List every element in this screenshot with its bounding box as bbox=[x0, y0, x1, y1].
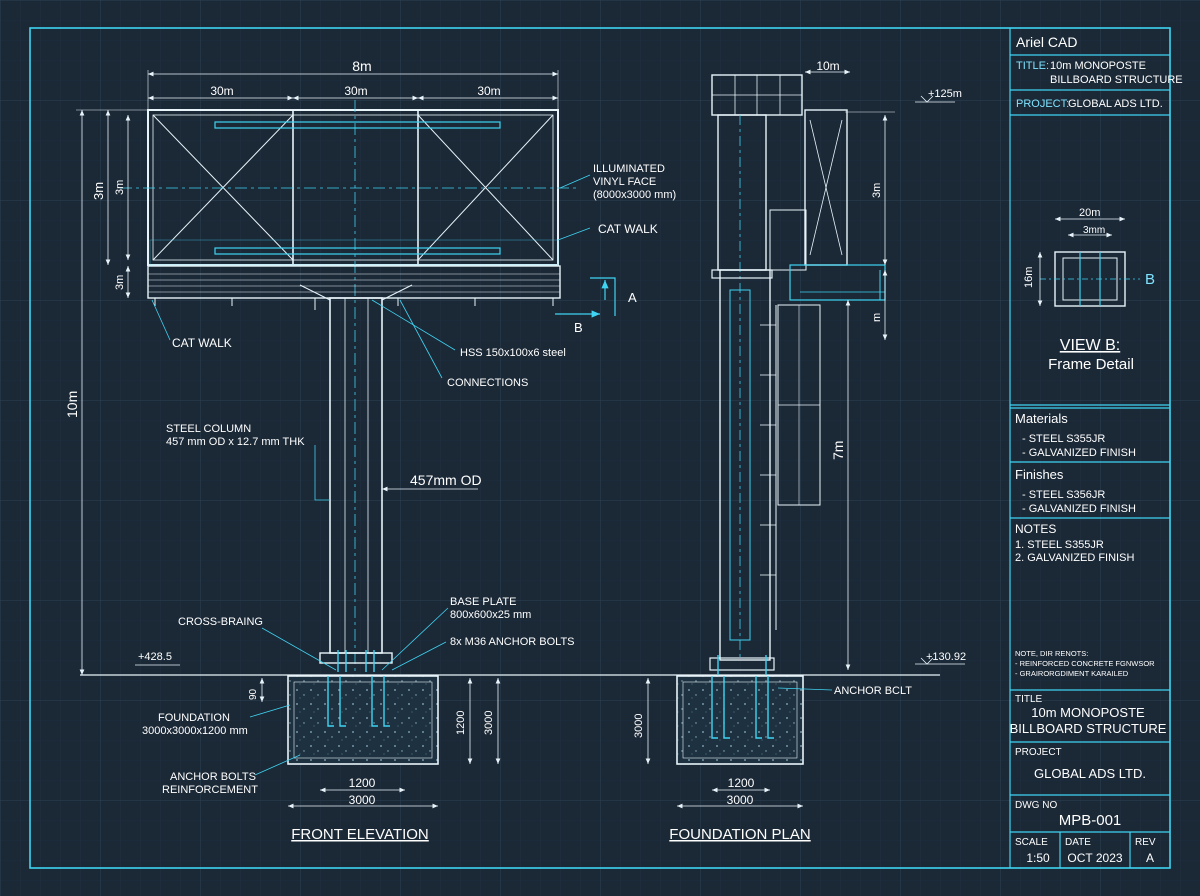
materials-item: - STEEL S355JR bbox=[1022, 433, 1105, 445]
dwg-no: MPB-001 bbox=[1059, 812, 1122, 829]
materials-header: Materials bbox=[1015, 411, 1068, 426]
label-anchor-2: REINFORCEMENT bbox=[162, 784, 258, 796]
dim-walk: 3m bbox=[114, 275, 126, 290]
label-foundation-1: FOUNDATION bbox=[158, 712, 230, 724]
notes-header: NOTES bbox=[1015, 522, 1056, 536]
view-b-marker: B bbox=[1145, 271, 1155, 288]
label-hss: HSS 150x100x6 steel bbox=[460, 347, 566, 359]
project-value: GLOBAL ADS LTD. bbox=[1068, 98, 1163, 110]
side-dim-m: m bbox=[871, 313, 883, 322]
side-dim-3000-h: 3000 bbox=[727, 793, 754, 807]
date-header: DATE bbox=[1065, 837, 1091, 848]
label-catwalk-right: CAT WALK bbox=[598, 222, 658, 236]
side-dim-top: 10m bbox=[816, 59, 839, 73]
dim-3000-h: 3000 bbox=[349, 793, 376, 807]
dim-3000-v: 3000 bbox=[483, 711, 495, 735]
label-od: 457mm OD bbox=[410, 472, 482, 488]
dim-90: 90 bbox=[248, 688, 259, 700]
label-bolts: 8x M36 ANCHOR BOLTS bbox=[450, 636, 575, 648]
dim-panel: 30m bbox=[477, 84, 500, 98]
date-value: OCT 2023 bbox=[1067, 851, 1122, 865]
finishes-header: Finishes bbox=[1015, 467, 1064, 482]
view-b-width: 20m bbox=[1079, 207, 1100, 219]
section-marker-a: A bbox=[628, 290, 637, 305]
side-dim-7m: 7m bbox=[830, 441, 846, 460]
front-elevation-title: FRONT ELEVATION bbox=[291, 826, 429, 843]
side-dim-1200-h: 1200 bbox=[728, 776, 755, 790]
app-name: Ariel CAD bbox=[1016, 34, 1077, 50]
label-column-1: STEEL COLUMN bbox=[166, 423, 251, 435]
label-face-1: ILLUMINATED bbox=[593, 163, 665, 175]
foundation-plan-title: FOUNDATION PLAN bbox=[669, 826, 810, 843]
label-base-1: BASE PLATE bbox=[450, 596, 516, 608]
dwg-no-header: DWG NO bbox=[1015, 800, 1057, 811]
scale-header: SCALE bbox=[1015, 837, 1048, 848]
label-anchor-bolt: ANCHOR BCLT bbox=[834, 685, 912, 697]
small-note: - REINFORCED CONCRETE FGNWSOR bbox=[1015, 659, 1155, 668]
title-line-1: 10m MONOPOSTE bbox=[1050, 60, 1146, 72]
title-line-2: BILLBOARD STRUCTURE bbox=[1050, 74, 1183, 86]
small-note: NOTE, DIR RENOTS: bbox=[1015, 649, 1088, 658]
dim-height-inner: 3m bbox=[114, 180, 126, 195]
foundation-block bbox=[287, 675, 439, 765]
dim-1200-v: 1200 bbox=[455, 711, 467, 735]
title-value-2: BILLBOARD STRUCTURE bbox=[1010, 721, 1167, 736]
view-b-subtitle: Frame Detail bbox=[1048, 356, 1134, 373]
label-base-2: 800x600x25 mm bbox=[450, 609, 531, 621]
drawing-canvas: Ariel CAD TITLE: 10m MONOPOSTE BILLBOARD… bbox=[0, 0, 1200, 896]
project-value-2: GLOBAL ADS LTD. bbox=[1034, 766, 1146, 781]
finishes-item: - STEEL S356JR bbox=[1022, 489, 1105, 501]
label-catwalk-left: CAT WALK bbox=[172, 336, 232, 350]
foundation-plan-block bbox=[676, 675, 804, 765]
project-label: PROJECT: bbox=[1016, 98, 1069, 110]
rev-header: REV bbox=[1135, 837, 1156, 848]
title-header: TITLE bbox=[1015, 694, 1043, 705]
level-right: +130.92 bbox=[926, 651, 966, 663]
label-anchor-1: ANCHOR BOLTS bbox=[170, 771, 256, 783]
dim-panel: 30m bbox=[210, 84, 233, 98]
finishes-item: - GALVANIZED FINISH bbox=[1022, 503, 1136, 515]
view-b-inner: 3mm bbox=[1083, 225, 1105, 236]
dim-height-outer: 3m bbox=[91, 182, 106, 200]
title-value-1: 10m MONOPOSTE bbox=[1031, 705, 1145, 720]
scale-value: 1:50 bbox=[1026, 851, 1050, 865]
view-b-height: 16m bbox=[1023, 267, 1035, 288]
notes-item: 2. GALVANIZED FINISH bbox=[1015, 552, 1134, 564]
section-marker-b: B bbox=[574, 320, 583, 335]
rev-value: A bbox=[1146, 851, 1154, 865]
label-bracing: CROSS-BRAING bbox=[178, 616, 263, 628]
label-column-2: 457 mm OD x 12.7 mm THK bbox=[166, 436, 305, 448]
dim-total-width: 8m bbox=[352, 58, 371, 74]
dim-panel: 30m bbox=[344, 84, 367, 98]
level-left: +428.5 bbox=[138, 651, 172, 663]
side-dim-3000-v: 3000 bbox=[633, 714, 645, 738]
small-note: - GRAIRORGDIMENT KARAILED bbox=[1015, 669, 1129, 678]
label-face-3: (8000x3000 mm) bbox=[593, 189, 676, 201]
notes-item: 1. STEEL S355JR bbox=[1015, 539, 1104, 551]
title-label: TITLE: bbox=[1016, 60, 1049, 72]
side-dim-level: +125m bbox=[928, 88, 962, 100]
label-face-2: VINYL FACE bbox=[593, 176, 656, 188]
view-b-title: VIEW B: bbox=[1060, 337, 1120, 354]
label-connections: CONNECTIONS bbox=[447, 377, 528, 389]
dim-column-height: 10m bbox=[64, 391, 80, 418]
background-grid bbox=[0, 0, 1200, 896]
dim-1200-h: 1200 bbox=[349, 776, 376, 790]
project-header: PROJECT bbox=[1015, 747, 1062, 758]
side-dim-3m: 3m bbox=[871, 183, 883, 198]
label-foundation-2: 3000x3000x1200 mm bbox=[142, 725, 248, 737]
materials-item: - GALVANIZED FINISH bbox=[1022, 447, 1136, 459]
cad-drawing-sheet: Ariel CAD TITLE: 10m MONOPOSTE BILLBOARD… bbox=[0, 0, 1200, 896]
